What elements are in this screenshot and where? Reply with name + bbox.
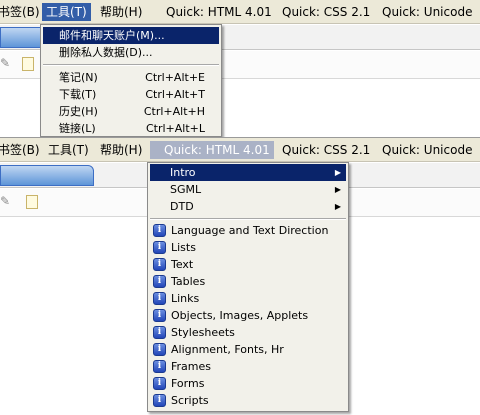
arrow-right-icon: ▶: [334, 168, 341, 177]
info-icon: i: [153, 394, 166, 407]
menu-item-frames[interactable]: i Frames: [150, 358, 346, 375]
menu-item-shortcut: Ctrl+Alt+T: [145, 88, 205, 101]
menu-item-label: Links: [171, 292, 200, 305]
menu-item-notes[interactable]: 笔记(N) Ctrl+Alt+E: [43, 69, 219, 86]
menu-item-shortcut: Ctrl+Alt+E: [145, 71, 205, 84]
menu-item-shortcut: Ctrl+Alt+L: [145, 122, 205, 135]
info-icon: i: [153, 326, 166, 339]
note-icon[interactable]: [22, 57, 34, 71]
menu-quick-unicode[interactable]: Quick: Unicode: [378, 3, 476, 21]
menu-item-label: 删除私人数据(D)...: [59, 46, 153, 59]
info-icon: i: [153, 292, 166, 305]
info-icon: i: [153, 275, 166, 288]
menu-item-label: Text: [171, 258, 194, 271]
menu-bookmarks[interactable]: 书签(B): [0, 141, 44, 159]
menu-quick-html[interactable]: Quick: HTML 4.01: [150, 141, 274, 159]
menu-item-label: Lists: [171, 241, 196, 254]
menu-quick-css[interactable]: Quick: CSS 2.1: [278, 141, 374, 159]
info-icon: i: [153, 258, 166, 271]
menu-item-label: SGML: [170, 183, 202, 196]
menu-item-links[interactable]: 链接(L) Ctrl+Alt+L: [43, 120, 219, 137]
menu-separator: [150, 218, 346, 220]
note-icon[interactable]: [26, 195, 38, 209]
menu-item-label: DTD: [170, 200, 194, 213]
info-icon: i: [153, 241, 166, 254]
menu-item-label: Forms: [171, 377, 205, 390]
menu-item-label: 历史(H): [59, 105, 98, 118]
menu-quick-css[interactable]: Quick: CSS 2.1: [278, 3, 374, 21]
menu-item-label: 笔记(N): [59, 71, 98, 84]
menu-tools[interactable]: 工具(T): [42, 3, 91, 21]
info-icon: i: [153, 377, 166, 390]
menu-item-stylesheets[interactable]: i Stylesheets: [150, 324, 346, 341]
info-icon: i: [153, 360, 166, 373]
menu-help[interactable]: 帮助(H): [96, 141, 146, 159]
menu-item-shortcut: Ctrl+Alt+H: [143, 105, 205, 118]
tools-dropdown: 邮件和聊天账户(M)... 删除私人数据(D)... 笔记(N) Ctrl+Al…: [40, 24, 222, 137]
menu-item-label: Alignment, Fonts, Hr: [171, 343, 284, 356]
screenshot-tools-menu: 书签(B) 工具(T) 帮助(H) Quick: HTML 4.01 Quick…: [0, 0, 480, 137]
active-tab[interactable]: [0, 165, 94, 186]
menu-item-scripts[interactable]: i Scripts: [150, 392, 346, 409]
info-icon: i: [153, 343, 166, 356]
menu-item-forms[interactable]: i Forms: [150, 375, 346, 392]
menu-item-downloads[interactable]: 下载(T) Ctrl+Alt+T: [43, 86, 219, 103]
menubar: 书签(B) 工具(T) 帮助(H) Quick: HTML 4.01 Quick…: [0, 0, 480, 24]
menu-quick-html[interactable]: Quick: HTML 4.01: [162, 3, 276, 21]
menu-quick-unicode[interactable]: Quick: Unicode: [378, 141, 476, 159]
menu-item-label: Scripts: [171, 394, 209, 407]
arrow-right-icon: ▶: [334, 202, 341, 211]
pen-icon[interactable]: ✎: [0, 56, 10, 70]
menu-item-mail-accounts[interactable]: 邮件和聊天账户(M)...: [43, 27, 219, 44]
menu-item-label: Frames: [171, 360, 212, 373]
menu-item-text[interactable]: i Text: [150, 256, 346, 273]
info-icon: i: [153, 224, 166, 237]
arrow-right-icon: ▶: [334, 185, 341, 194]
menu-item-label: Tables: [171, 275, 206, 288]
pen-icon[interactable]: ✎: [0, 194, 10, 208]
menu-item-links[interactable]: i Links: [150, 290, 346, 307]
menu-item-lists[interactable]: i Lists: [150, 239, 346, 256]
quick-html-dropdown: Intro ▶ SGML ▶ DTD ▶ i Language and Text…: [147, 162, 349, 412]
menu-item-clear-private-data[interactable]: 删除私人数据(D)...: [43, 44, 219, 61]
menu-item-label: 邮件和聊天账户(M)...: [59, 29, 165, 42]
menu-separator: [43, 64, 219, 66]
submenu-dtd[interactable]: DTD ▶: [150, 198, 346, 215]
menu-item-history[interactable]: 历史(H) Ctrl+Alt+H: [43, 103, 219, 120]
menu-item-alignment[interactable]: i Alignment, Fonts, Hr: [150, 341, 346, 358]
menu-item-label: 下载(T): [59, 88, 97, 101]
submenu-sgml[interactable]: SGML ▶: [150, 181, 346, 198]
menubar: 书签(B) 工具(T) 帮助(H) Quick: HTML 4.01 Quick…: [0, 138, 480, 162]
submenu-intro[interactable]: Intro ▶: [150, 164, 346, 181]
menu-item-label: 链接(L): [59, 122, 96, 135]
menu-help[interactable]: 帮助(H): [96, 3, 146, 21]
menu-item-label: Intro: [170, 166, 196, 179]
menu-item-language[interactable]: i Language and Text Direction: [150, 222, 346, 239]
menu-item-tables[interactable]: i Tables: [150, 273, 346, 290]
info-icon: i: [153, 309, 166, 322]
menu-item-label: Language and Text Direction: [171, 224, 329, 237]
menu-tools[interactable]: 工具(T): [44, 141, 93, 159]
menu-item-label: Objects, Images, Applets: [171, 309, 309, 322]
menu-bookmarks[interactable]: 书签(B): [0, 3, 44, 21]
screenshot-html-menu: 书签(B) 工具(T) 帮助(H) Quick: HTML 4.01 Quick…: [0, 138, 480, 415]
menu-item-objects[interactable]: i Objects, Images, Applets: [150, 307, 346, 324]
menu-item-label: Stylesheets: [171, 326, 235, 339]
